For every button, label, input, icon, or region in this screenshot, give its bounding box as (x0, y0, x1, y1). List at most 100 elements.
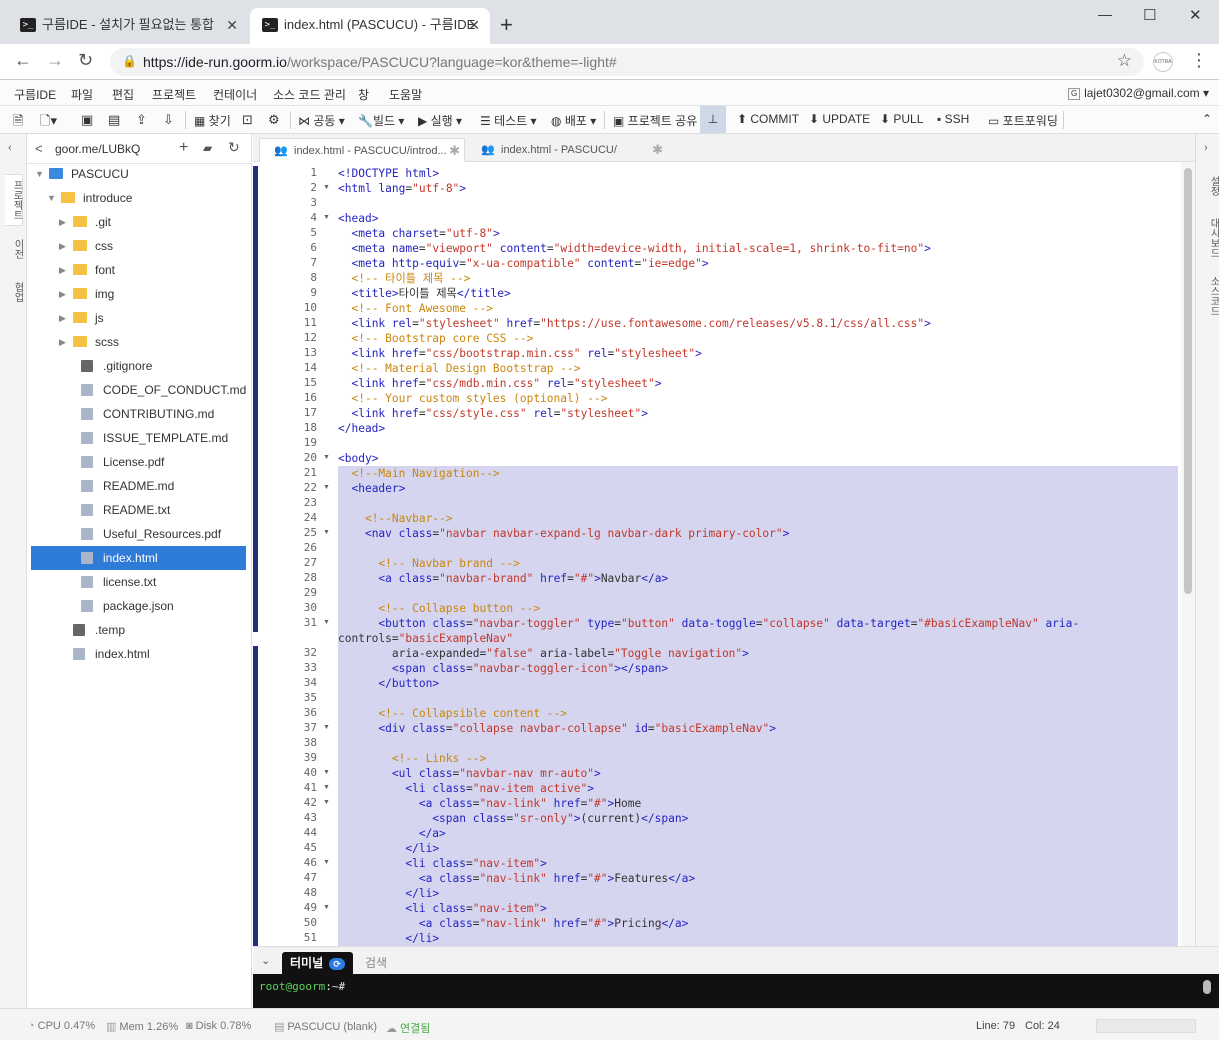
tree-item[interactable]: ▶ .git (31, 210, 246, 234)
chevron-right-icon[interactable]: ▶ (59, 234, 69, 258)
minimize-icon[interactable]: — (1098, 6, 1112, 22)
new-file-icon[interactable]: 🗋▾ (40, 112, 57, 134)
code-line[interactable]: <button class="navbar-toggler" type="but… (338, 616, 1079, 631)
rail-tab-previous[interactable]: 이전 (5, 230, 23, 268)
code-line[interactable]: <!-- Links --> (338, 751, 486, 766)
tree-item[interactable]: README.md (31, 474, 246, 498)
run-menu-button[interactable]: ▶ 실행 ▾ (418, 112, 462, 129)
rail-tab-project[interactable]: 프로젝트 (5, 174, 23, 226)
fold-toggle-icon[interactable]: ▼ (323, 859, 330, 866)
forward-icon[interactable]: → (46, 50, 64, 71)
fold-toggle-icon[interactable]: ▼ (323, 529, 330, 536)
browser-tab-goorm[interactable]: >_ 구름IDE - 설치가 필요없는 통합 ✕ (8, 8, 248, 44)
code-line[interactable]: <link href="css/mdb.min.css" rel="styles… (338, 376, 661, 391)
new-tab-icon[interactable]: + (500, 12, 513, 38)
code-line[interactable]: <li class="nav-item"> (338, 901, 547, 916)
code-line[interactable]: </head> (338, 421, 385, 436)
code-line[interactable]: <!--Navbar--> (338, 511, 453, 526)
tree-item[interactable]: Useful_Resources.pdf (31, 522, 246, 546)
back-icon[interactable]: ← (14, 50, 32, 71)
commit-button[interactable]: ⬆ COMMIT (737, 112, 799, 126)
maximize-icon[interactable]: ☐ (1143, 6, 1156, 24)
tree-item[interactable]: CODE_OF_CONDUCT.md (31, 378, 246, 402)
code-line[interactable]: <!-- 타이틀 제목 --> (338, 271, 470, 286)
fold-toggle-icon[interactable]: ▼ (323, 214, 330, 221)
menu-help[interactable]: 도움말 (389, 86, 422, 103)
new-project-icon[interactable]: 🗎 (13, 112, 23, 134)
expand-panel-icon[interactable]: › (1204, 142, 1208, 154)
settings-gear-icon[interactable]: ⚙ (268, 112, 280, 128)
pin-icon[interactable]: ✱ (652, 138, 663, 162)
tab-terminal[interactable]: 터미널 ⟳ (282, 952, 354, 974)
tree-item[interactable]: package.json (31, 594, 246, 618)
tree-item[interactable]: ▼ PASCUCU (31, 162, 246, 186)
menu-scm[interactable]: 소스 코드 관리 (273, 86, 346, 103)
code-line[interactable]: <ul class="navbar-nav mr-auto"> (338, 766, 601, 781)
upload-icon[interactable]: ⇪ (136, 112, 147, 128)
collapse-toolbar-icon[interactable]: ⌃ (1202, 112, 1212, 126)
find-button[interactable]: ▦ 찾기 (194, 112, 231, 129)
code-line[interactable]: </li> (338, 931, 439, 946)
tree-item[interactable]: ▶ font (31, 258, 246, 282)
collapse-bottom-icon[interactable]: ⌄ (261, 954, 270, 967)
code-line[interactable]: <li class="nav-item"> (338, 856, 547, 871)
collapse-panel-icon[interactable]: ‹ (8, 142, 12, 154)
code-line[interactable]: <!--Main Navigation--> (338, 466, 499, 481)
code-line[interactable]: <!-- Bootstrap core CSS --> (338, 331, 533, 346)
menu-window[interactable]: 창 (358, 86, 369, 103)
terminal[interactable]: root@goorm:~# (253, 974, 1219, 1008)
menu-edit[interactable]: 편집 (112, 86, 134, 103)
deploy-menu-button[interactable]: ◍ 배포 ▾ (551, 112, 596, 129)
fold-toggle-icon[interactable]: ▼ (323, 724, 330, 731)
add-file-icon[interactable]: + (179, 139, 188, 157)
tree-item[interactable]: index.html (31, 546, 246, 570)
tree-item[interactable]: license.txt (31, 570, 246, 594)
tree-item[interactable]: ▶ js (31, 306, 246, 330)
update-button[interactable]: ⬇ UPDATE (809, 112, 870, 126)
code-line[interactable]: <span class="navbar-toggler-icon"></span… (338, 661, 668, 676)
code-line[interactable]: <a class="nav-link" href="#">Features</a… (338, 871, 695, 886)
menu-container[interactable]: 컨테이너 (213, 86, 257, 103)
share-link-icon[interactable]: < (35, 141, 43, 156)
fold-toggle-icon[interactable]: ▼ (323, 484, 330, 491)
url-field[interactable]: 🔒 https://ide-run.goorm.io/workspace/PAS… (110, 48, 1144, 76)
tree-item[interactable]: ▶ img (31, 282, 246, 306)
code-line[interactable]: <link href="css/bootstrap.min.css" rel="… (338, 346, 701, 361)
close-tab-icon[interactable]: ✕ (468, 8, 480, 42)
code-line[interactable]: <nav class="navbar navbar-expand-lg navb… (338, 526, 789, 541)
code-line[interactable]: <a class="nav-link" href="#">Pricing</a> (338, 916, 689, 931)
terminal-scrollbar[interactable] (1203, 980, 1211, 994)
code-line[interactable]: <header> (338, 481, 405, 496)
tree-item[interactable]: index.html (31, 642, 246, 666)
fold-toggle-icon[interactable]: ▼ (323, 784, 330, 791)
project-share-button[interactable]: ▣ 프로젝트 공유 (613, 112, 697, 129)
code-line[interactable]: <!-- Collapse button --> (338, 601, 540, 616)
code-line[interactable]: <div class="collapse navbar-collapse" id… (338, 721, 776, 736)
tree-item[interactable]: ▶ css (31, 234, 246, 258)
reload-icon[interactable]: ↻ (78, 50, 93, 71)
close-tab-icon[interactable]: ✕ (226, 8, 238, 42)
code-line[interactable]: <!DOCTYPE html> (338, 166, 439, 181)
code-line[interactable]: <html lang="utf-8"> (338, 181, 466, 196)
chevron-down-icon[interactable]: ▼ (35, 162, 45, 186)
tree-item[interactable]: README.txt (31, 498, 246, 522)
code-line[interactable]: <!-- Navbar brand --> (338, 556, 519, 571)
code-line[interactable]: <link rel="stylesheet" href="https://use… (338, 316, 930, 331)
code-line[interactable]: controls="basicExampleNav" (338, 631, 513, 646)
pin-icon[interactable]: ✱ (449, 139, 460, 163)
code-line[interactable]: <body> (338, 451, 378, 466)
menu-project[interactable]: 프로젝트 (152, 86, 196, 103)
refresh-icon[interactable]: ↻ (228, 139, 240, 156)
terminal-toggle-icon[interactable]: ⊥ (700, 106, 726, 133)
port-forwarding-button[interactable]: ▭ 포트포워딩 (988, 112, 1058, 129)
code-line[interactable]: <meta http-equiv="x-ua-compatible" conte… (338, 256, 708, 271)
rail-tab-dashboard[interactable]: 대시보드 (1201, 212, 1219, 264)
fold-toggle-icon[interactable]: ▼ (323, 619, 330, 626)
code-line[interactable]: <li class="nav-item active"> (338, 781, 594, 796)
menu-file[interactable]: 파일 (71, 86, 93, 103)
tree-item[interactable]: .gitignore (31, 354, 246, 378)
scrollbar-thumb[interactable] (1184, 168, 1192, 594)
code-line[interactable]: <a class="navbar-brand" href="#">Navbar<… (338, 571, 668, 586)
fold-toggle-icon[interactable]: ▼ (323, 184, 330, 191)
folder-settings-icon[interactable]: ▰ (203, 141, 212, 155)
